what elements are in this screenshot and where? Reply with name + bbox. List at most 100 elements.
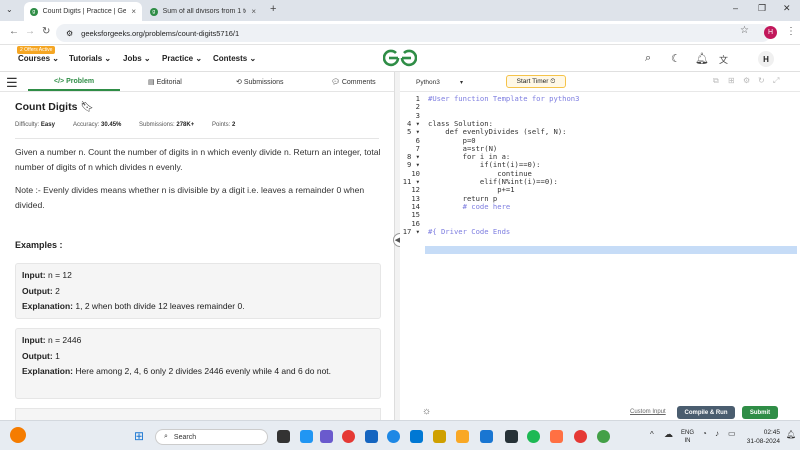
bookmark-star-icon[interactable]: ☆ (740, 25, 749, 36)
outlook-icon[interactable] (410, 430, 423, 443)
chrome-active-icon[interactable] (597, 430, 610, 443)
nav-contests[interactable]: Contests ⌄ (213, 54, 256, 63)
example-1: Input: n = 12 Output: 2 Explanation: 1, … (15, 263, 381, 319)
browser-menu-icon[interactable]: ⋮ (786, 26, 796, 37)
file-explorer-icon[interactable] (433, 430, 446, 443)
folder-icon[interactable] (456, 430, 469, 443)
forward-icon[interactable]: → (25, 26, 35, 37)
user-avatar[interactable]: H (758, 51, 774, 67)
edge-icon[interactable] (387, 430, 400, 443)
minimize-icon[interactable]: – (733, 3, 738, 13)
chrome-alt-icon[interactable] (574, 430, 587, 443)
todo-icon[interactable] (480, 430, 493, 443)
code-line[interactable]: # code here (428, 202, 511, 211)
code-editor[interactable]: 1 #User function Template for python3 2 3 4 … (400, 92, 800, 404)
search-icon[interactable]: ⌕ (645, 52, 651, 65)
cloud-icon[interactable]: ☁ (664, 429, 673, 440)
taskbar-search[interactable]: ⌕ Search (155, 429, 268, 445)
tab-search-icon[interactable]: ⌄ (6, 5, 13, 14)
code-line[interactable]: #User function Template for python3 (428, 94, 579, 103)
theme-sun-icon[interactable]: ☼ (422, 406, 431, 417)
volume-icon[interactable]: ♪ (715, 429, 719, 438)
tray-chevron-icon[interactable]: ^ (650, 430, 654, 439)
chevron-down-icon: ▾ (459, 79, 463, 86)
tab-count-digits[interactable]: g Count Digits | Practice | GeeksfGeeks … (24, 2, 142, 21)
dropbox-icon[interactable] (365, 430, 378, 443)
compile-run-button[interactable]: Compile & Run (677, 406, 735, 419)
address-bar-row: ← → ↻ ⚙ geeksforgeeks.org/problems/count… (0, 21, 800, 45)
problem-title: Count Digits 🔖︎ (15, 101, 94, 113)
url-text[interactable]: geeksforgeeks.org/problems/count-digits5… (81, 29, 239, 38)
restore-icon[interactable]: ❐ (758, 3, 766, 14)
translate-icon[interactable]: 文 (719, 53, 728, 66)
tab-sum-of-divisors[interactable]: g Sum of all divisors from 1 to n | × (144, 2, 262, 21)
site-info-icon[interactable]: ⚙ (66, 29, 73, 38)
settings-icon[interactable]: ⚙ (743, 76, 750, 85)
site-header: 2 Offers Active Courses ⌄ Tutorials ⌄ Jo… (0, 45, 800, 72)
editor-actions: ☼ Custom Input Compile & Run Submit (400, 404, 800, 420)
new-tab-icon[interactable]: + (270, 3, 276, 15)
input-language[interactable]: ENG IN (681, 429, 694, 445)
active-tab-indicator (28, 89, 120, 91)
active-line-highlight (425, 246, 797, 254)
tab-editorial[interactable]: ▤ Editorial (148, 78, 182, 86)
difficulty: Difficulty: Easy (15, 122, 55, 128)
reset-icon[interactable]: ↻ (758, 76, 765, 85)
nav-tutorials[interactable]: Tutorials ⌄ (69, 54, 111, 63)
copilot-icon[interactable] (320, 430, 333, 443)
copy-icon[interactable]: ⧉ (713, 76, 719, 86)
chrome-icon[interactable] (342, 430, 355, 443)
task-view-icon[interactable] (277, 430, 290, 443)
gfg-logo[interactable] (382, 49, 418, 72)
code-line[interactable]: #{ Driver Code Ends (428, 227, 510, 236)
notification-bell-icon[interactable]: 🔔︎ (695, 52, 709, 65)
system-clock[interactable]: 02:45 31-08-2024 (742, 428, 780, 446)
nav-courses[interactable]: Courses ⌄ (18, 54, 59, 63)
back-icon[interactable]: ← (9, 26, 19, 37)
close-tab-icon[interactable]: × (131, 7, 136, 16)
weather-widget-icon[interactable] (10, 427, 26, 443)
points: Points: 2 (212, 122, 236, 128)
accuracy: Accuracy: 30.45% (73, 122, 122, 128)
reload-icon[interactable]: ↻ (42, 26, 50, 37)
start-menu-icon[interactable]: ⊞ (134, 429, 144, 443)
offers-badge[interactable]: 2 Offers Active (17, 46, 56, 54)
editor-panel: Python3 ▾ Start Timer ⏲ ⧉ ⊞ ⚙ ↻ ⤢ 1 #User … (400, 72, 800, 420)
close-window-icon[interactable]: ✕ (783, 3, 791, 14)
custom-input-link[interactable]: Custom Input (630, 409, 666, 415)
tab-submissions[interactable]: ⟲ Submissions (236, 78, 284, 86)
tab-comments[interactable]: 💬︎ Comments (331, 78, 376, 86)
nav-practice[interactable]: Practice ⌄ (162, 54, 202, 63)
profile-avatar[interactable]: H (764, 26, 777, 39)
start-timer-button[interactable]: Start Timer ⏲ (506, 75, 566, 88)
fullscreen-icon[interactable]: ⤢ (773, 76, 779, 86)
problem-tabs: ☰ </> Problem ▤ Editorial ⟲ Submissions … (0, 72, 394, 92)
examples-heading: Examples : (15, 240, 63, 250)
gfg-favicon-icon: g (150, 7, 158, 16)
bookmark-icon[interactable]: 🔖︎ (80, 101, 93, 113)
timer-icon: ⏲ (550, 77, 556, 85)
problem-panel: ☰ </> Problem ▤ Editorial ⟲ Submissions … (0, 72, 394, 420)
wifi-icon[interactable]: ◔ (702, 429, 707, 438)
notification-icon[interactable]: 🔔︎ (786, 430, 796, 439)
problem-note: Note :- Evenly divides means whether n i… (15, 185, 365, 210)
close-tab-icon[interactable]: × (251, 7, 256, 16)
language-select[interactable]: Python3 ▾ (413, 76, 463, 88)
dark-mode-icon[interactable]: ☾ (671, 52, 681, 65)
url-bar[interactable]: ⚙ geeksforgeeks.org/problems/count-digit… (56, 24, 771, 42)
gfg-logo-icon (382, 49, 418, 67)
gfg-favicon-icon: g (30, 7, 38, 16)
battery-icon[interactable]: ▭ (728, 429, 736, 438)
problem-description: Given a number n. Count the number of di… (15, 147, 381, 172)
app-icon[interactable] (550, 430, 563, 443)
terminal-icon[interactable] (505, 430, 518, 443)
submit-button[interactable]: Submit (742, 406, 778, 419)
example-3-partial (15, 408, 381, 420)
hamburger-menu-icon[interactable]: ☰ (6, 75, 18, 91)
widgets-icon[interactable] (300, 430, 313, 443)
tab-problem[interactable]: </> Problem (54, 78, 94, 85)
search-icon: ⌕ (164, 433, 168, 440)
spotify-icon[interactable] (527, 430, 540, 443)
paste-icon[interactable]: ⊞ (728, 76, 735, 85)
nav-jobs[interactable]: Jobs ⌄ (123, 54, 151, 63)
